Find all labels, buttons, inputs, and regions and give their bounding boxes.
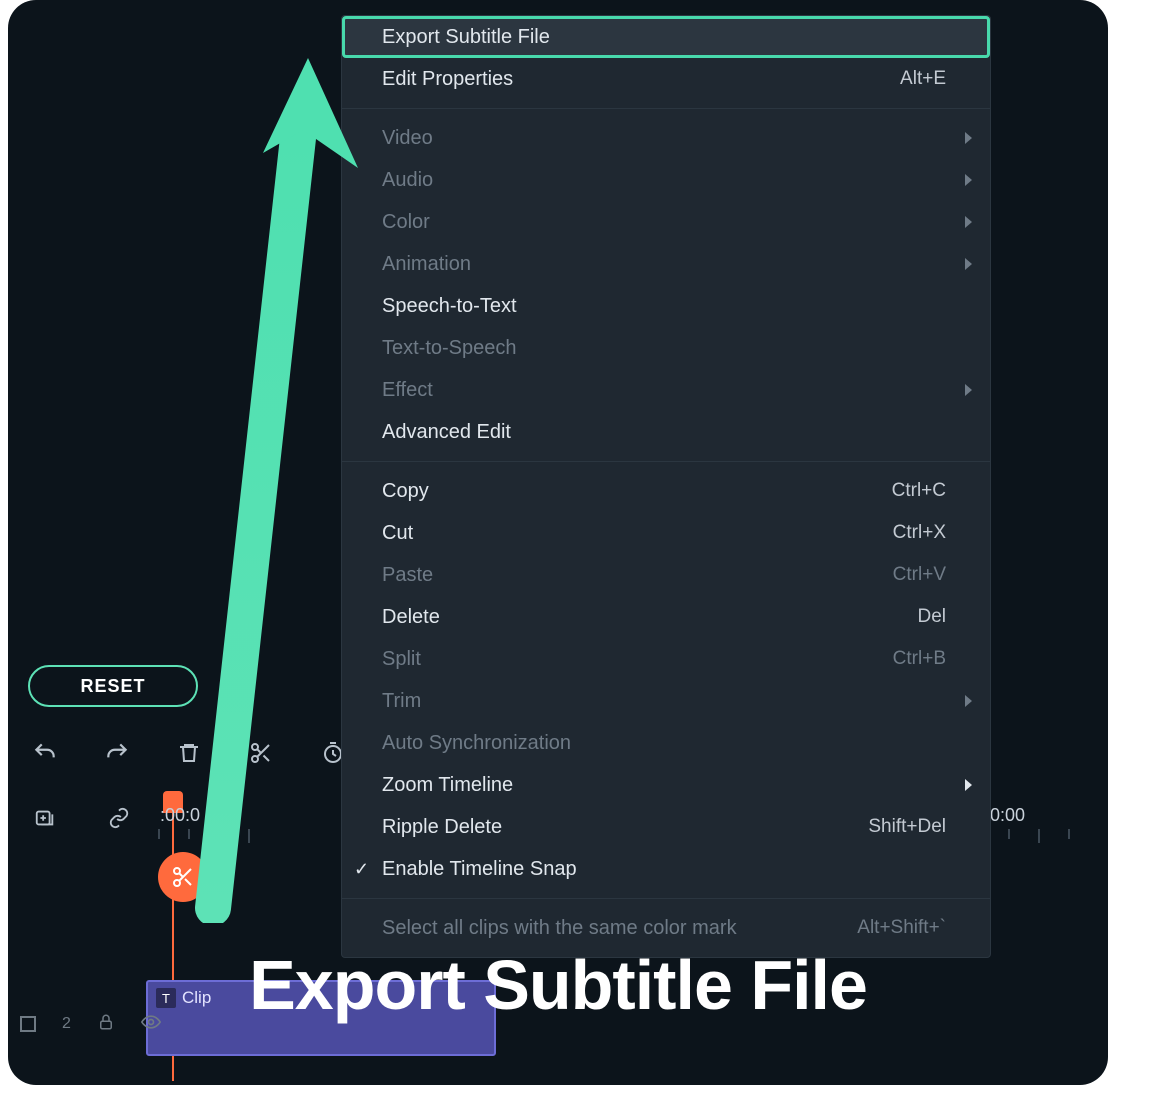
menu-item-label: Ripple Delete — [382, 816, 502, 839]
chevron-right-icon — [965, 216, 972, 228]
menu-item-advanced-edit[interactable]: Advanced Edit — [342, 411, 990, 453]
menu-item-label: Video — [382, 127, 433, 150]
chevron-right-icon — [965, 258, 972, 270]
menu-item-shortcut: Ctrl+C — [892, 480, 946, 502]
menu-item-label: Text-to-Speech — [382, 337, 517, 360]
menu-item-shortcut: Ctrl+X — [893, 522, 946, 544]
menu-item-zoom-timeline[interactable]: Zoom Timeline — [342, 764, 990, 806]
menu-item-label: Export Subtitle File — [382, 26, 550, 49]
chevron-right-icon — [965, 132, 972, 144]
track-controls: 2 — [8, 1000, 1108, 1048]
chevron-right-icon — [965, 384, 972, 396]
menu-item-auto-synchronization: Auto Synchronization — [342, 722, 990, 764]
menu-item-label: Audio — [382, 169, 433, 192]
menu-separator — [342, 898, 990, 899]
menu-item-label: Advanced Edit — [382, 421, 511, 444]
menu-item-ripple-delete[interactable]: Ripple Delete Shift+Del — [342, 806, 990, 848]
menu-item-shortcut: Shift+Del — [868, 816, 946, 838]
reset-button-label: RESET — [80, 676, 145, 697]
scissors-icon[interactable] — [246, 738, 276, 768]
chevron-right-icon — [965, 174, 972, 186]
menu-item-label: Trim — [382, 690, 421, 713]
add-media-icon[interactable] — [30, 803, 60, 833]
menu-item-shortcut: Alt+E — [900, 68, 946, 90]
menu-item-export-subtitle-file[interactable]: Export Subtitle File — [342, 16, 990, 58]
menu-item-label: Split — [382, 648, 421, 671]
menu-separator — [342, 108, 990, 109]
menu-item-text-to-speech: Text-to-Speech — [342, 327, 990, 369]
menu-item-shortcut: Alt+Shift+` — [857, 917, 946, 939]
menu-item-label: Auto Synchronization — [382, 732, 571, 755]
menu-item-label: Effect — [382, 379, 433, 402]
link-icon[interactable] — [104, 803, 134, 833]
redo-icon[interactable] — [102, 738, 132, 768]
menu-item-label: Zoom Timeline — [382, 774, 513, 797]
menu-item-copy[interactable]: Copy Ctrl+C — [342, 470, 990, 512]
lock-icon[interactable] — [97, 1013, 115, 1036]
chevron-right-icon — [965, 695, 972, 707]
track-number: 2 — [62, 1015, 71, 1033]
menu-item-enable-timeline-snap[interactable]: ✓ Enable Timeline Snap — [342, 848, 990, 890]
menu-item-paste: Paste Ctrl+V — [342, 554, 990, 596]
menu-item-shortcut: Ctrl+V — [893, 564, 946, 586]
undo-icon[interactable] — [30, 738, 60, 768]
reset-button[interactable]: RESET — [28, 665, 198, 707]
track-marker[interactable] — [158, 852, 208, 902]
menu-item-animation: Animation — [342, 243, 990, 285]
menu-item-color: Color — [342, 201, 990, 243]
menu-item-label: Enable Timeline Snap — [382, 858, 577, 881]
menu-item-shortcut: Ctrl+B — [893, 648, 946, 670]
menu-item-cut[interactable]: Cut Ctrl+X — [342, 512, 990, 554]
menu-item-label: Paste — [382, 564, 433, 587]
chevron-right-icon — [965, 779, 972, 791]
timecode-left: :00:0 — [160, 805, 200, 826]
menu-item-label: Copy — [382, 480, 429, 503]
menu-item-audio: Audio — [342, 159, 990, 201]
menu-item-split: Split Ctrl+B — [342, 638, 990, 680]
menu-item-label: Cut — [382, 522, 413, 545]
menu-item-label: Speech-to-Text — [382, 295, 517, 318]
menu-item-delete[interactable]: Delete Del — [342, 596, 990, 638]
menu-item-effect: Effect — [342, 369, 990, 411]
trash-icon[interactable] — [174, 738, 204, 768]
menu-item-label: Edit Properties — [382, 68, 513, 91]
video-editor-frame: RESET :00:0 3 — [8, 0, 1108, 1085]
timeline-toolbar — [30, 738, 348, 768]
menu-item-label: Delete — [382, 606, 440, 629]
menu-item-label: Color — [382, 211, 430, 234]
menu-item-edit-properties[interactable]: Edit Properties Alt+E — [342, 58, 990, 100]
menu-item-shortcut: Del — [917, 606, 946, 628]
check-icon: ✓ — [354, 859, 369, 880]
menu-item-label: Select all clips with the same color mar… — [382, 917, 737, 940]
menu-item-speech-to-text[interactable]: Speech-to-Text — [342, 285, 990, 327]
eye-icon[interactable] — [141, 1012, 161, 1037]
menu-item-select-all-clips-with-the-same-color-mark: Select all clips with the same color mar… — [342, 907, 990, 949]
square-icon[interactable] — [20, 1016, 36, 1032]
timeline-left-icons — [30, 803, 134, 833]
menu-separator — [342, 461, 990, 462]
menu-item-label: Animation — [382, 253, 471, 276]
context-menu: Export Subtitle File Edit Properties Alt+E… — [341, 15, 991, 958]
menu-item-video: Video — [342, 117, 990, 159]
menu-item-trim: Trim — [342, 680, 990, 722]
